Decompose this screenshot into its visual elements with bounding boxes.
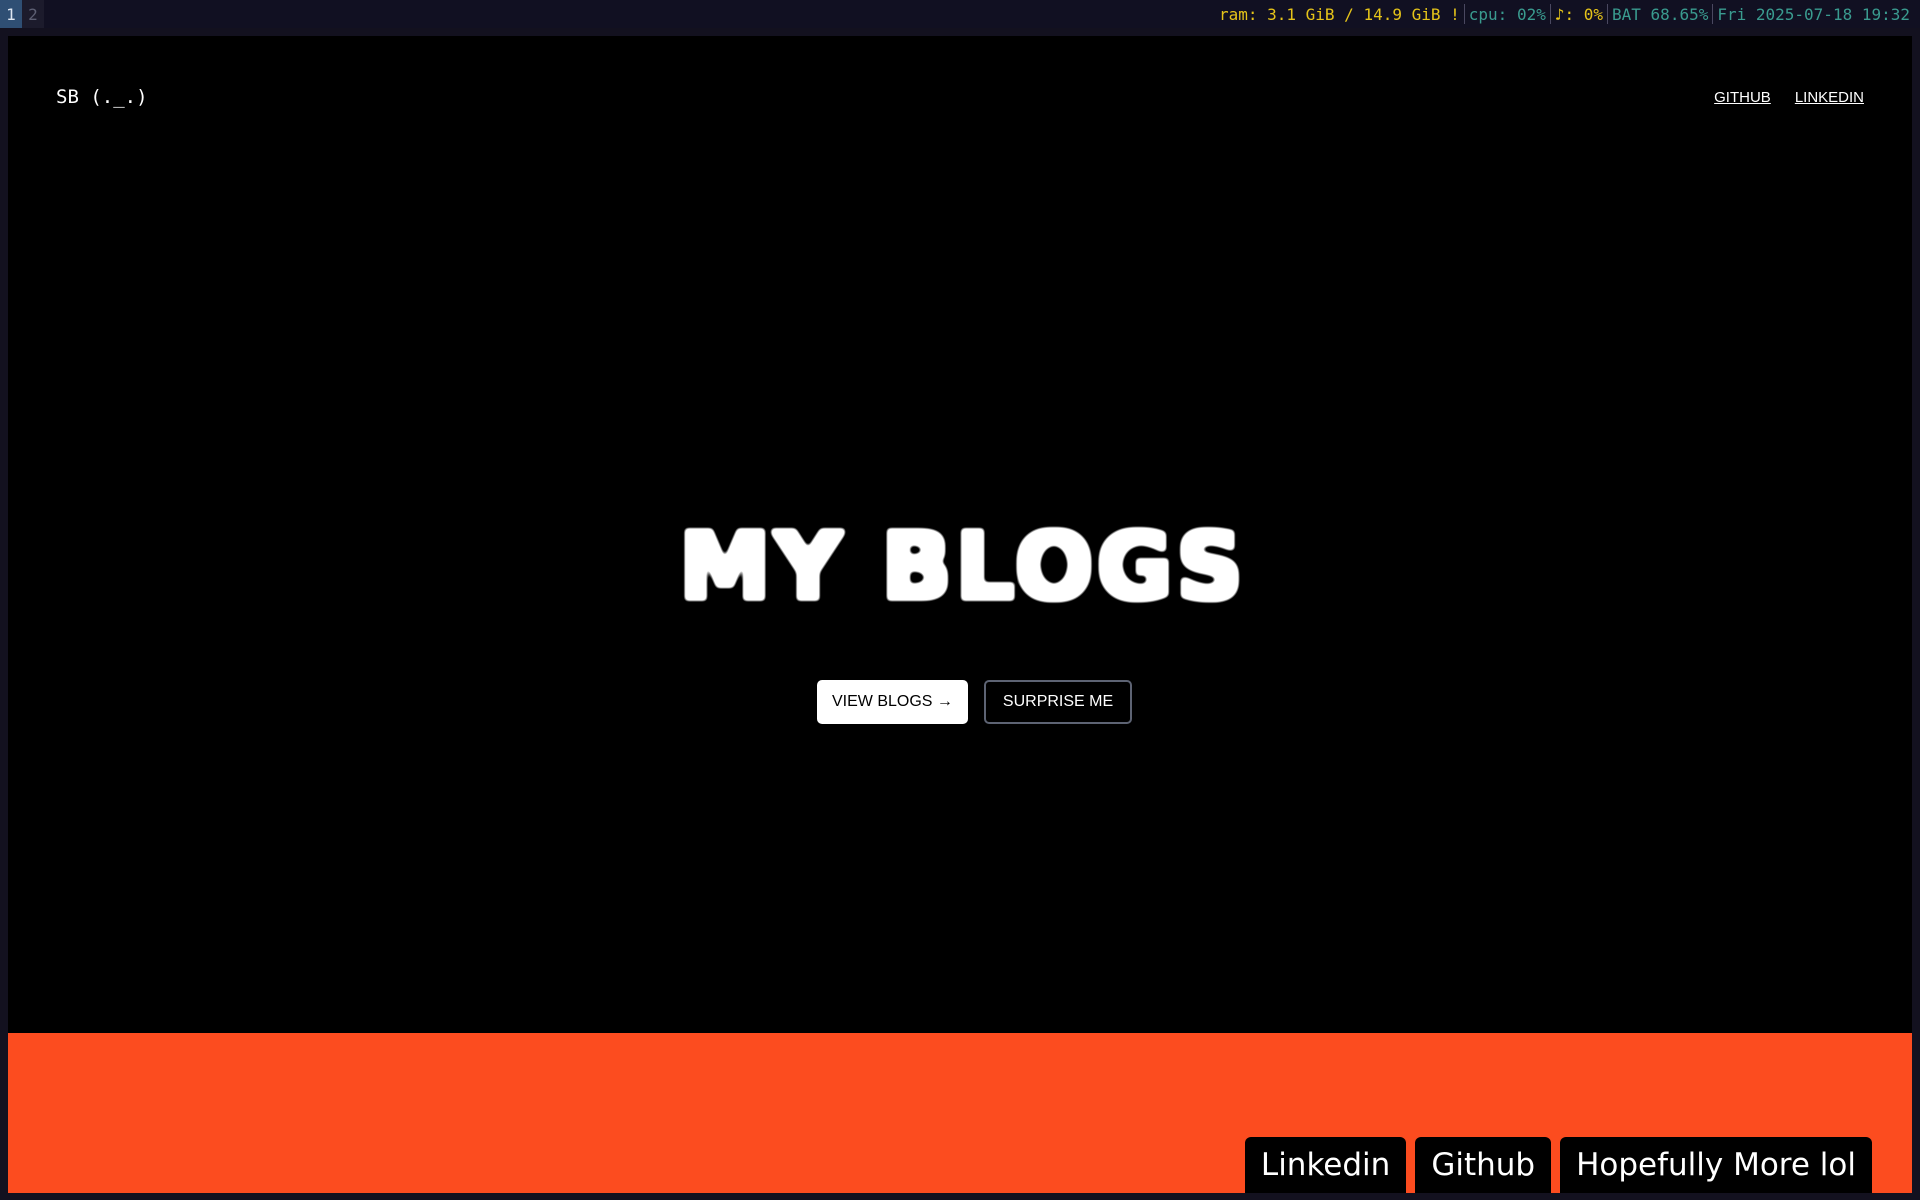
hero-title-text: MY BLOGS xyxy=(679,513,1247,620)
footer-link-linkedin[interactable]: Linkedin xyxy=(1244,1137,1407,1193)
hero-actions: VIEW BLOGS → SURPRISE ME xyxy=(817,680,1133,724)
nav-link-linkedin[interactable]: LINKEDIN xyxy=(1795,89,1864,106)
footer-links: Linkedin Github Hopefully More lol xyxy=(1244,1137,1872,1193)
nav-links: GITHUB LINKEDIN xyxy=(1714,89,1864,106)
footer-link-more[interactable]: Hopefully More lol xyxy=(1560,1137,1872,1193)
workspace-1[interactable]: 1 xyxy=(0,0,22,28)
battery-indicator: BAT 68.65% xyxy=(1612,4,1709,24)
volume-indicator: ♪: 0% xyxy=(1554,4,1604,24)
datetime-indicator: Fri 2025-07-18 19:32 xyxy=(1717,4,1910,24)
workspace-2[interactable]: 2 xyxy=(22,0,44,28)
cpu-indicator: cpu: 02% xyxy=(1468,4,1546,24)
hero-title: MY BLOGS xyxy=(678,498,1248,628)
ram-indicator: ram: 3.1 GiB / 14.9 GiB ! xyxy=(1218,4,1460,24)
status-indicators: ram: 3.1 GiB / 14.9 GiB ! cpu: 02% ♪: 0%… xyxy=(1215,0,1920,28)
nav-link-github[interactable]: GITHUB xyxy=(1714,89,1771,106)
footer: Linkedin Github Hopefully More lol xyxy=(8,1033,1912,1193)
status-bar: 1 2 ram: 3.1 GiB / 14.9 GiB ! cpu: 02% ♪… xyxy=(0,0,1920,28)
view-blogs-button[interactable]: VIEW BLOGS → xyxy=(817,680,968,724)
surprise-me-button[interactable]: SURPRISE ME xyxy=(983,680,1133,724)
web-page: SB (._.) GITHUB LINKEDIN MY BLOGS VIEW B… xyxy=(8,36,1912,1193)
hero-title-graphic: MY BLOGS xyxy=(679,513,1247,620)
site-logo[interactable]: SB (._.) xyxy=(56,86,148,108)
footer-link-github[interactable]: Github xyxy=(1415,1137,1552,1193)
